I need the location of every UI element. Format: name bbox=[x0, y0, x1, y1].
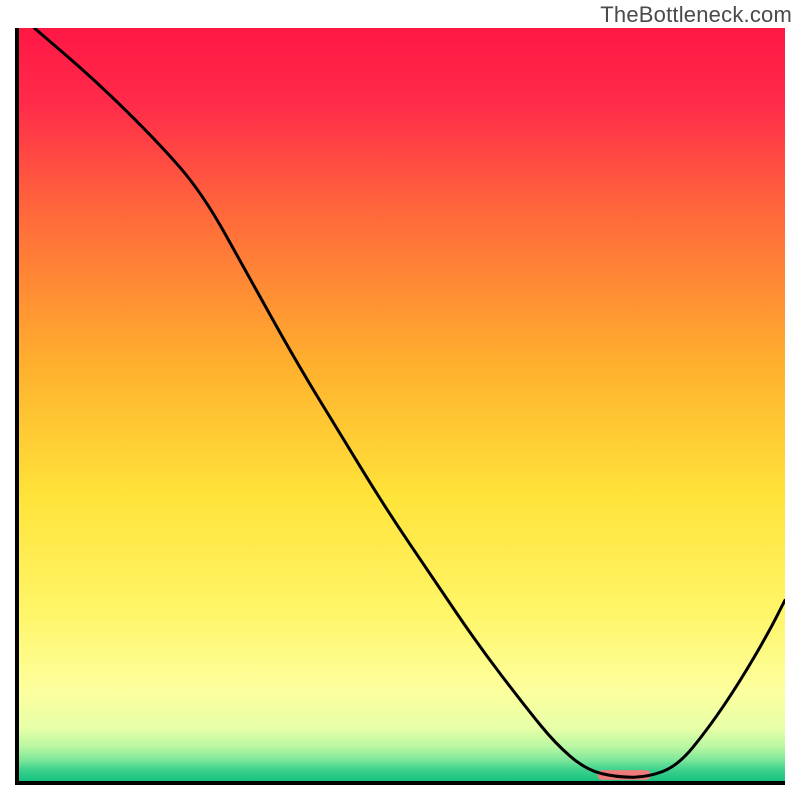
chart-svg bbox=[15, 28, 785, 785]
chart-background bbox=[19, 28, 785, 781]
axis-x bbox=[15, 781, 785, 785]
axis-y bbox=[15, 28, 19, 785]
watermark-text: TheBottleneck.com bbox=[600, 2, 792, 28]
chart-plot-area bbox=[15, 28, 785, 785]
